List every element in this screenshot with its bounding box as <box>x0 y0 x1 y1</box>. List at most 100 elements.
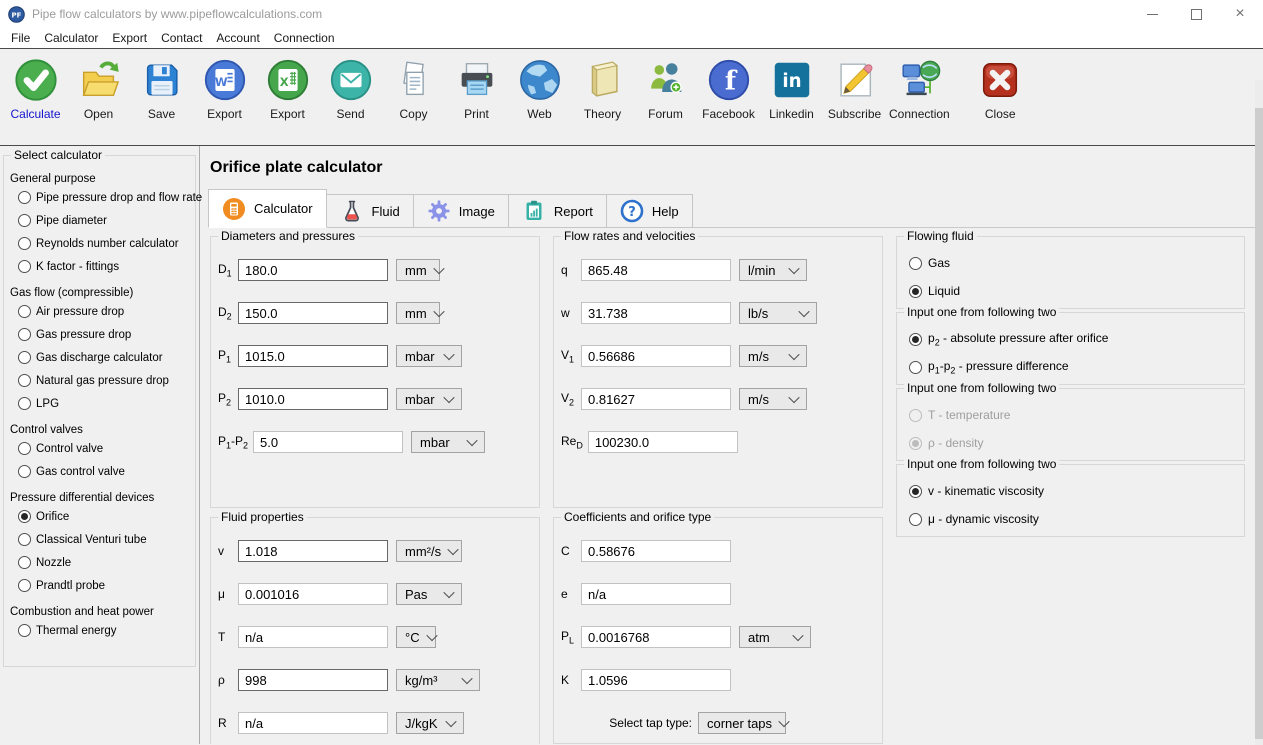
toolbar-button-export-word[interactable]: WExport <box>193 57 256 121</box>
option-liquid[interactable]: Liquid <box>907 277 1236 305</box>
sidebar-item-pipe-diameter[interactable]: Pipe diameter <box>10 209 195 232</box>
field-input-k[interactable] <box>581 669 731 691</box>
unit-select-q[interactable]: l/min <box>739 259 807 281</box>
option-label: T - temperature <box>928 408 1010 422</box>
tab-help[interactable]: ?Help <box>607 194 693 228</box>
field-input-e[interactable] <box>581 583 731 605</box>
field-input-r[interactable] <box>238 712 388 734</box>
unit-select-d2[interactable]: mm <box>396 302 440 324</box>
unit-select-w[interactable]: lb/s <box>739 302 817 324</box>
unit-select-pl[interactable]: atm <box>739 626 811 648</box>
field-input-p1[interactable] <box>238 345 388 367</box>
unit-select-p1-p2[interactable]: mbar <box>411 431 485 453</box>
field-input-rho[interactable] <box>238 669 388 691</box>
toolbar-button-subscribe-pencil[interactable]: Subscribe <box>823 57 886 121</box>
menu-file[interactable]: File <box>4 31 37 45</box>
field-input-d1[interactable] <box>238 259 388 281</box>
field-input-nu[interactable] <box>238 540 388 562</box>
toolbar-button-calculate-check[interactable]: Calculate <box>4 57 67 121</box>
unit-select-p1[interactable]: mbar <box>396 345 462 367</box>
sidebar-item-orifice[interactable]: Orifice <box>10 505 195 528</box>
unit-select-v2[interactable]: m/s <box>739 388 807 410</box>
toolbar-button-close-x[interactable]: Close <box>969 57 1032 121</box>
unit-select-t[interactable]: °C <box>396 626 436 648</box>
sidebar-item-k-factor-fittings[interactable]: K factor - fittings <box>10 255 195 278</box>
field-row-p1: P1mbar <box>218 344 531 368</box>
sidebar-item-control-valve[interactable]: Control valve <box>10 437 195 460</box>
menu-account[interactable]: Account <box>209 31 266 45</box>
field-row-rho: ρkg/m³ <box>218 668 531 692</box>
sidebar-item-classical-venturi-tube[interactable]: Classical Venturi tube <box>10 528 195 551</box>
sidebar-item-thermal-energy[interactable]: Thermal energy <box>10 619 195 642</box>
field-input-v1[interactable] <box>581 345 731 367</box>
menu-connection[interactable]: Connection <box>267 31 342 45</box>
radio-icon <box>18 328 31 341</box>
option-p-p-pressure-difference[interactable]: p1-p2 - pressure difference <box>907 353 1236 381</box>
unit-value: l/min <box>748 263 775 278</box>
field-label-e: e <box>561 587 581 601</box>
sidebar-section-title: Pressure differential devices <box>10 492 195 504</box>
unit-select-rho[interactable]: kg/m³ <box>396 669 480 691</box>
toolbar-button-print-printer[interactable]: Print <box>445 57 508 121</box>
menu-contact[interactable]: Contact <box>154 31 209 45</box>
tap-type-select[interactable]: corner taps <box>698 712 786 734</box>
field-input-pl[interactable] <box>581 626 731 648</box>
field-input-w[interactable] <box>581 302 731 324</box>
toolbar-button-save-floppy[interactable]: Save <box>130 57 193 121</box>
field-input-t[interactable] <box>238 626 388 648</box>
field-row-p2: P2mbar <box>218 387 531 411</box>
minimize-button[interactable] <box>1145 7 1159 21</box>
sidebar-item-label: Control valve <box>36 443 103 455</box>
menu-calculator[interactable]: Calculator <box>37 31 105 45</box>
option-p-absolute-pressure-after-orifice[interactable]: p2 - absolute pressure after orifice <box>907 325 1236 353</box>
sidebar-item-lpg[interactable]: LPG <box>10 392 195 415</box>
toolbar-button-export-excel[interactable]: XExport <box>256 57 319 121</box>
toolbar-button-open-folder[interactable]: Open <box>67 57 130 121</box>
unit-value: mbar <box>420 435 450 450</box>
toolbar-button-send-mail[interactable]: Send <box>319 57 382 121</box>
unit-select-d1[interactable]: mm <box>396 259 440 281</box>
unit-select-r[interactable]: J/kgK <box>396 712 464 734</box>
field-input-p2[interactable] <box>238 388 388 410</box>
tab-image[interactable]: Image <box>414 194 509 228</box>
field-input-c[interactable] <box>581 540 731 562</box>
toolbar-button-linkedin[interactable]: inLinkedin <box>760 57 823 121</box>
toolbar-button-theory-book[interactable]: Theory <box>571 57 634 121</box>
menu-export[interactable]: Export <box>105 31 154 45</box>
field-input-d2[interactable] <box>238 302 388 324</box>
toolbar-button-connection-network[interactable]: Connection <box>886 57 953 121</box>
toolbar-button-forum-users[interactable]: Forum <box>634 57 697 121</box>
field-input-q[interactable] <box>581 259 731 281</box>
unit-select-v1[interactable]: m/s <box>739 345 807 367</box>
tab-calculator[interactable]: Calculator <box>208 189 327 228</box>
sidebar-item-natural-gas-pressure-drop[interactable]: Natural gas pressure drop <box>10 369 195 392</box>
toolbar-button-copy-pages[interactable]: Copy <box>382 57 445 121</box>
sidebar-item-air-pressure-drop[interactable]: Air pressure drop <box>10 300 195 323</box>
field-input-mu[interactable] <box>238 583 388 605</box>
option-gas[interactable]: Gas <box>907 249 1236 277</box>
field-input-p1-p2[interactable] <box>253 431 403 453</box>
sidebar-item-gas-discharge-calculator[interactable]: Gas discharge calculator <box>10 346 195 369</box>
tab-fluid[interactable]: Fluid <box>327 194 414 228</box>
sidebar-item-reynolds-number-calculator[interactable]: Reynolds number calculator <box>10 232 195 255</box>
vertical-scrollbar[interactable] <box>1255 80 1263 745</box>
close-window-button[interactable]: × <box>1233 7 1247 21</box>
unit-select-mu[interactable]: Pas <box>396 583 462 605</box>
maximize-button[interactable] <box>1189 7 1203 21</box>
tab-report[interactable]: Report <box>509 194 607 228</box>
toolbar-button-facebook[interactable]: fFacebook <box>697 57 760 121</box>
toolbar-button-web-globe[interactable]: Web <box>508 57 571 121</box>
sidebar-item-prandtl-probe[interactable]: Prandtl probe <box>10 574 195 597</box>
unit-select-p2[interactable]: mbar <box>396 388 462 410</box>
sidebar-item-gas-pressure-drop[interactable]: Gas pressure drop <box>10 323 195 346</box>
sidebar-item-nozzle[interactable]: Nozzle <box>10 551 195 574</box>
unit-select-nu[interactable]: mm²/s <box>396 540 462 562</box>
field-label-mu: μ <box>218 587 238 601</box>
svg-text:PF: PF <box>12 10 22 19</box>
option-dynamic-viscosity[interactable]: μ - dynamic viscosity <box>907 505 1236 533</box>
field-input-red[interactable] <box>588 431 738 453</box>
sidebar-item-pipe-pressure-drop-and-flow-rate[interactable]: Pipe pressure drop and flow rate <box>10 186 195 209</box>
sidebar-item-gas-control-valve[interactable]: Gas control valve <box>10 460 195 483</box>
field-input-v2[interactable] <box>581 388 731 410</box>
option-v-kinematic-viscosity[interactable]: v - kinematic viscosity <box>907 477 1236 505</box>
